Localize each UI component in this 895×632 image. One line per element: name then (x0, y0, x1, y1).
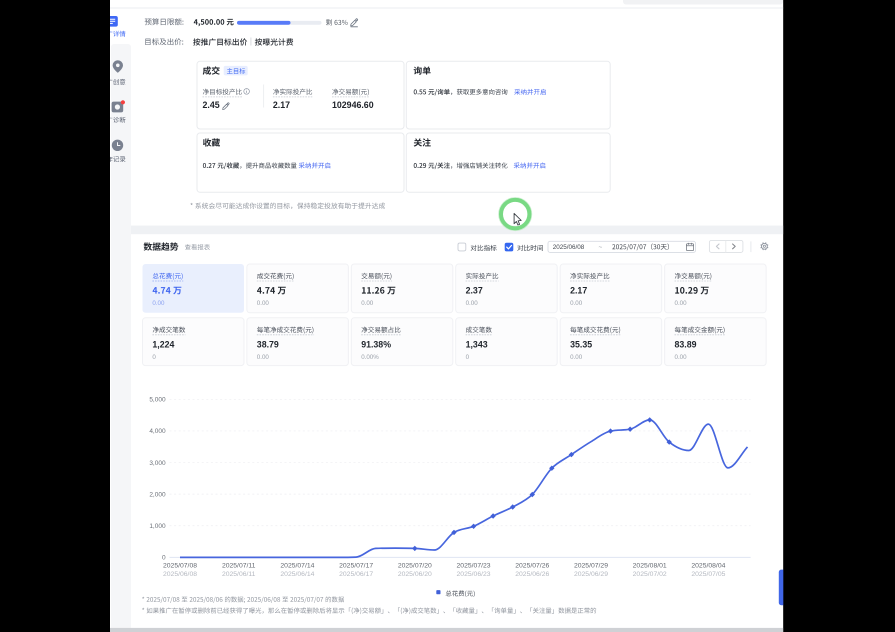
svg-text:0.00: 0.00 (257, 300, 270, 307)
svg-text:2025/07/05: 2025/07/05 (691, 571, 725, 578)
svg-text:2025/07/26: 2025/07/26 (515, 563, 549, 570)
svg-text:2025/07/20: 2025/07/20 (398, 563, 432, 570)
svg-text:2025/07/11: 2025/07/11 (222, 563, 256, 570)
svg-text:5,000: 5,000 (149, 397, 166, 404)
svg-text:35.35: 35.35 (570, 339, 592, 349)
svg-text:0.00: 0.00 (570, 300, 583, 307)
svg-text:2025/07/08: 2025/07/08 (163, 563, 197, 570)
svg-text:2025/07/17: 2025/07/17 (339, 563, 373, 570)
svg-text:2025/06/17: 2025/06/17 (339, 571, 373, 578)
svg-text:0.00: 0.00 (675, 354, 688, 361)
svg-text:4,000: 4,000 (149, 428, 166, 435)
svg-text:2025/07/02: 2025/07/02 (633, 571, 667, 578)
svg-text:102946.60: 102946.60 (332, 100, 374, 110)
svg-text:1,343: 1,343 (466, 339, 488, 349)
svg-text:2025/06/08: 2025/06/08 (163, 571, 197, 578)
svg-text:2.17: 2.17 (273, 100, 290, 110)
svg-text:2.45: 2.45 (203, 100, 220, 110)
svg-text:3,000: 3,000 (149, 460, 166, 467)
svg-text:1,224: 1,224 (152, 339, 174, 349)
svg-text:0.00: 0.00 (675, 300, 688, 307)
svg-text:2025/06/11: 2025/06/11 (222, 571, 256, 578)
svg-text:0.00: 0.00 (152, 300, 165, 307)
svg-text:2025/06/29: 2025/06/29 (574, 571, 608, 578)
svg-text:0.00: 0.00 (361, 300, 374, 307)
svg-text:0: 0 (152, 354, 156, 361)
svg-text:0.00: 0.00 (466, 300, 479, 307)
svg-text:83.89: 83.89 (675, 339, 697, 349)
svg-text:38.79: 38.79 (257, 339, 279, 349)
svg-text:2025/06/26: 2025/06/26 (515, 571, 549, 578)
svg-text:2025/06/14: 2025/06/14 (280, 571, 314, 578)
svg-text:0.00: 0.00 (257, 354, 270, 361)
svg-text:2.37: 2.37 (466, 286, 483, 296)
svg-text:0.00: 0.00 (570, 354, 583, 361)
svg-text:2025/08/04: 2025/08/04 (691, 563, 725, 570)
svg-text:91.38%: 91.38% (361, 339, 391, 349)
svg-text:2025/06/23: 2025/06/23 (457, 571, 491, 578)
svg-text:2025/07/14: 2025/07/14 (280, 563, 314, 570)
svg-text:2.17: 2.17 (570, 286, 587, 296)
svg-text:2025/06/20: 2025/06/20 (398, 571, 432, 578)
svg-text:~: ~ (599, 244, 603, 251)
svg-text:1,000: 1,000 (149, 523, 166, 530)
svg-text:0: 0 (162, 555, 166, 562)
svg-text:2,000: 2,000 (149, 491, 166, 498)
svg-text:2025/06/08: 2025/06/08 (553, 244, 585, 251)
svg-text:0: 0 (466, 354, 470, 361)
svg-text:2025/07/29: 2025/07/29 (574, 563, 608, 570)
svg-text:0.00%: 0.00% (361, 354, 379, 361)
svg-text:2025/07/23: 2025/07/23 (457, 563, 491, 570)
svg-text:2025/08/01: 2025/08/01 (633, 563, 667, 570)
